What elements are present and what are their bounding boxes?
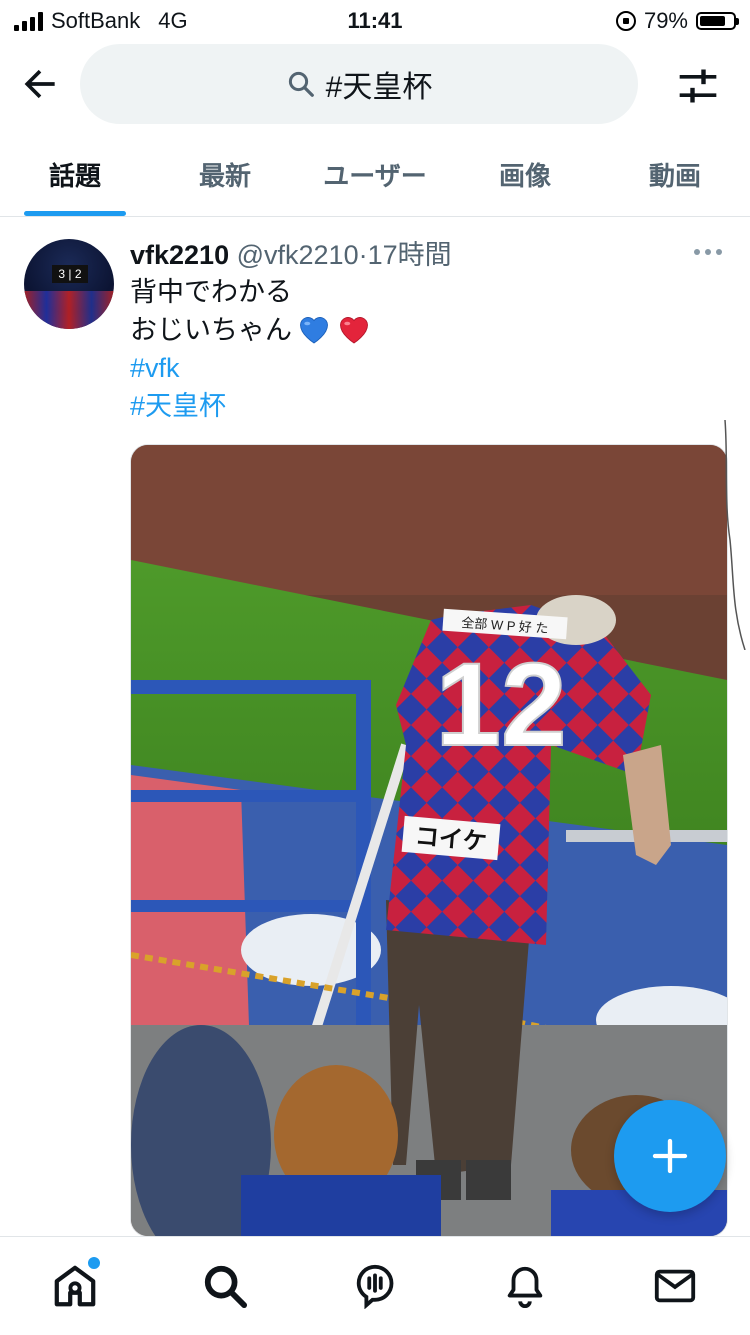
jersey-number: 12	[435, 639, 566, 771]
blue-heart-icon	[300, 317, 328, 344]
header-separator: ·	[358, 240, 368, 270]
tweet-line-2: おじいちゃん	[130, 315, 292, 345]
search-query: #天皇杯	[325, 71, 433, 104]
status-right: 79%	[615, 8, 739, 34]
bell-icon[interactable]	[502, 1263, 548, 1309]
tab-latest[interactable]: 最新	[150, 140, 300, 216]
spaces-icon[interactable]	[352, 1263, 398, 1309]
more-options-icon[interactable]	[694, 249, 722, 255]
avatar-scoreboard: 3 | 2	[52, 265, 88, 283]
scribble-mark	[724, 420, 746, 650]
battery-percent: 79%	[643, 8, 688, 33]
arrow-left-icon[interactable]	[18, 62, 62, 106]
tweet-text: 背中でわかる おじいちゃん #vfk #天皇杯	[130, 273, 372, 425]
sliders-icon[interactable]	[676, 64, 720, 108]
tweet-header: vfk2210 @vfk2210·17時間	[130, 233, 452, 272]
bottom-nav	[0, 1236, 750, 1335]
avatar[interactable]: 3 | 2	[24, 239, 114, 329]
user-handle[interactable]: @vfk2210	[237, 240, 359, 270]
search-icon	[288, 71, 314, 97]
tab-videos[interactable]: 動画	[600, 140, 750, 216]
hashtag-vfk[interactable]: #vfk	[130, 349, 372, 387]
tweet-line-1: 背中でわかる	[130, 277, 292, 307]
tab-top[interactable]: 話題	[0, 140, 150, 216]
red-heart-icon	[340, 317, 368, 344]
orientation-lock-icon	[615, 11, 636, 31]
search-input[interactable]: #天皇杯	[80, 44, 638, 124]
hashtag-emperors-cup[interactable]: #天皇杯	[130, 387, 372, 425]
search-tabs: 話題 最新 ユーザー 画像 動画	[0, 140, 750, 217]
tab-people[interactable]: ユーザー	[300, 140, 450, 216]
compose-button[interactable]	[614, 1100, 726, 1212]
search-header: #天皇杯	[0, 42, 750, 130]
tab-photos[interactable]: 画像	[450, 140, 600, 216]
plus-icon	[652, 1138, 688, 1174]
notification-dot	[86, 1255, 102, 1271]
battery-icon	[696, 12, 739, 30]
search-icon[interactable]	[202, 1263, 248, 1309]
mail-icon[interactable]	[652, 1263, 698, 1309]
tweet-line-2-wrap: おじいちゃん	[130, 311, 372, 349]
status-bar: SoftBank 4G 11:41 79%	[0, 0, 750, 42]
display-name[interactable]: vfk2210	[130, 240, 229, 270]
tweet-time[interactable]: 17時間	[368, 240, 452, 270]
